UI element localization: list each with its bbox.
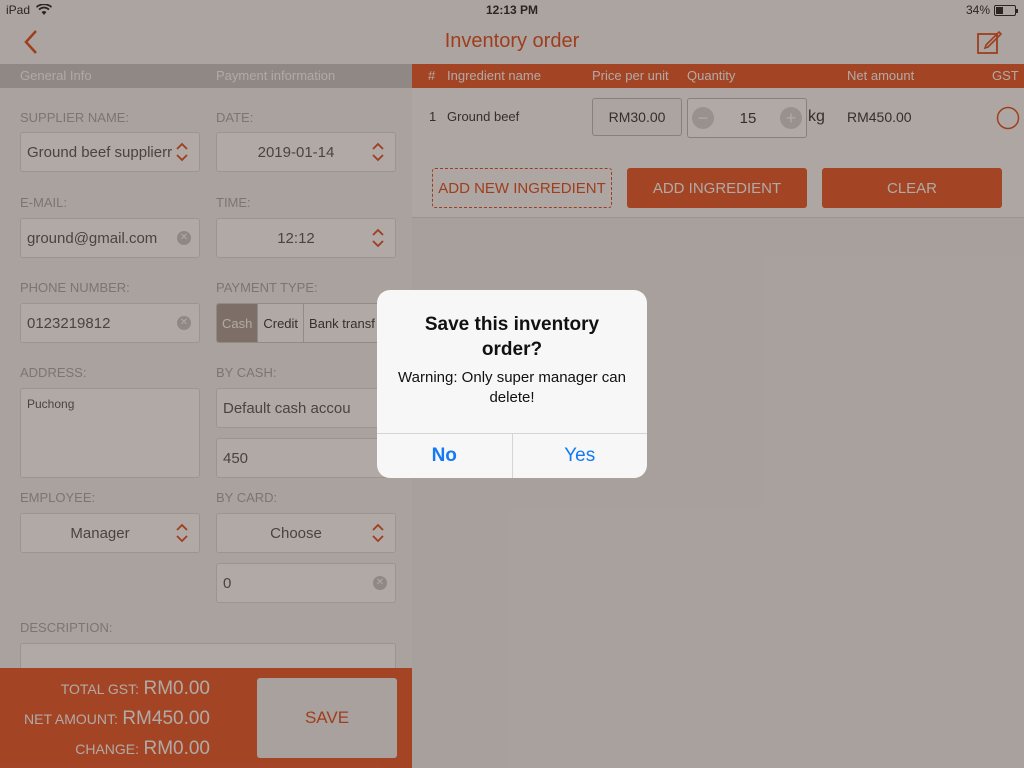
save-confirmation-alert: Save this inventory order? Warning: Only…	[377, 290, 647, 478]
alert-actions: No Yes	[377, 433, 647, 478]
alert-title: Save this inventory order?	[424, 314, 600, 360]
yes-button[interactable]: Yes	[513, 434, 648, 478]
alert-message: Warning: Only super manager can delete!	[398, 369, 626, 406]
no-button[interactable]: No	[377, 434, 513, 478]
